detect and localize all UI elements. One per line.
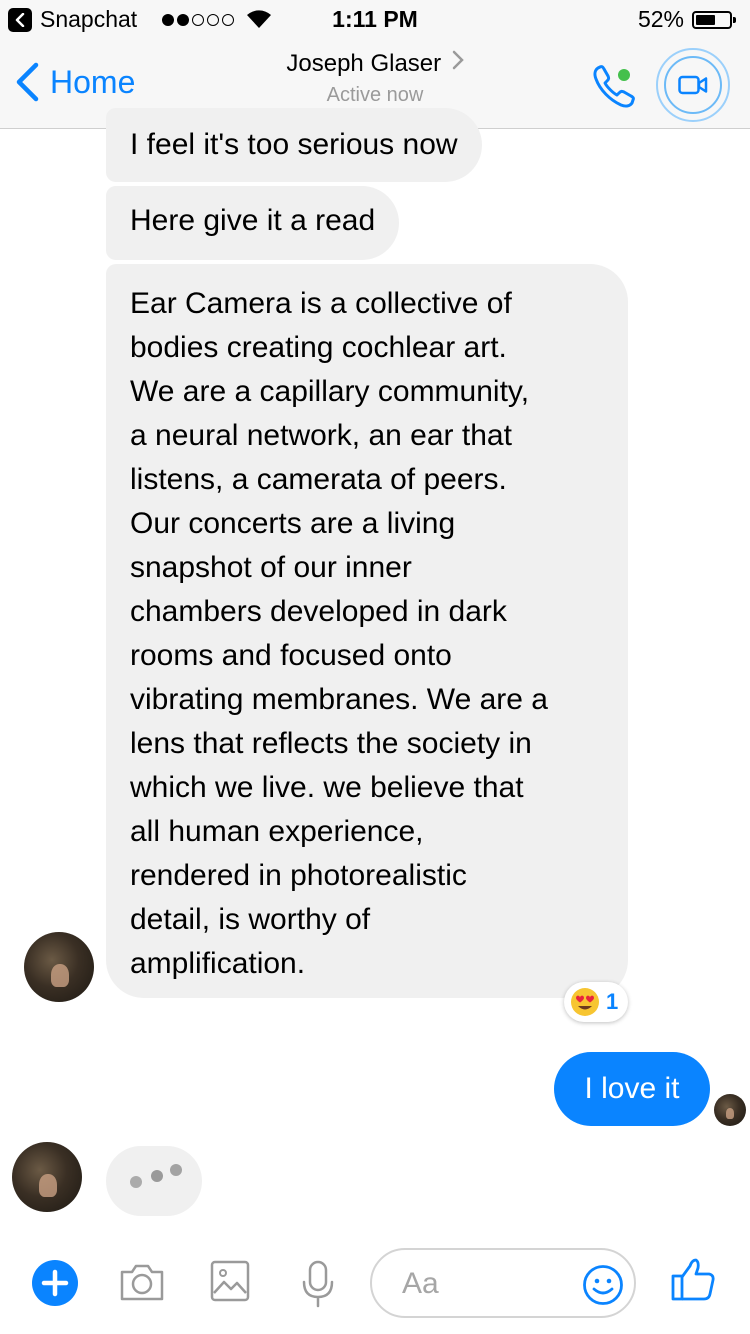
message-line: lens that reflects the society in: [130, 727, 532, 760]
message-line: listens, a camerata of peers.: [130, 463, 507, 496]
message-line: amplification.: [130, 947, 306, 980]
message-line: Ear Camera is a collective of: [130, 287, 512, 320]
status-bar: Snapchat 1:11 PM 52%: [0, 0, 750, 40]
video-camera-icon: [678, 75, 708, 95]
incoming-message-long[interactable]: Ear Camera is a collective of bodies cre…: [106, 264, 628, 998]
message-line: which we live. we believe that: [130, 771, 524, 804]
active-indicator-dot: [618, 69, 630, 81]
message-line: snapshot of our inner: [130, 551, 412, 584]
phone-icon[interactable]: [588, 60, 642, 114]
video-call-button[interactable]: [656, 48, 730, 122]
battery-percentage: 52%: [637, 6, 684, 32]
message-line: chambers developed in dark: [130, 595, 507, 628]
message-line: vibrating membranes. We are a: [130, 683, 548, 716]
message-input-container[interactable]: [370, 1248, 636, 1318]
contact-name[interactable]: Joseph Glaser: [286, 50, 441, 77]
message-reaction[interactable]: 1: [564, 982, 629, 1022]
incoming-message[interactable]: I feel it's too serious now: [106, 108, 482, 182]
microphone-icon[interactable]: [300, 1260, 336, 1308]
heart-eyes-emoji-icon: [571, 988, 599, 1016]
message-line: Our concerts are a living: [130, 507, 456, 540]
read-receipt-avatar: [714, 1094, 746, 1126]
typing-indicator: [106, 1146, 202, 1216]
chevron-right-icon: [452, 50, 464, 70]
incoming-message[interactable]: Here give it a read: [106, 186, 400, 260]
more-actions-button[interactable]: [32, 1260, 78, 1306]
message-line: rendered in photorealistic: [130, 859, 467, 892]
plus-icon: [41, 1269, 69, 1297]
sender-avatar[interactable]: [24, 932, 94, 1002]
image-icon[interactable]: [210, 1260, 250, 1302]
battery-icon: [692, 11, 736, 29]
thumbs-up-icon[interactable]: [670, 1256, 716, 1302]
camera-icon[interactable]: [118, 1262, 166, 1302]
smiley-icon[interactable]: [582, 1264, 624, 1306]
message-line: detail, is worthy of: [130, 903, 371, 936]
message-line: a neural network, an ear that: [130, 419, 512, 452]
message-line: rooms and focused onto: [130, 639, 452, 672]
message-input[interactable]: [400, 1264, 584, 1304]
outgoing-message[interactable]: I love it: [554, 1052, 710, 1126]
typing-user-avatar[interactable]: [12, 1142, 82, 1212]
reaction-count: 1: [606, 989, 619, 1014]
message-line: We are a capillary community,: [130, 375, 530, 408]
message-line: bodies creating cochlear art.: [130, 331, 507, 364]
message-line: all human experience,: [130, 815, 424, 848]
